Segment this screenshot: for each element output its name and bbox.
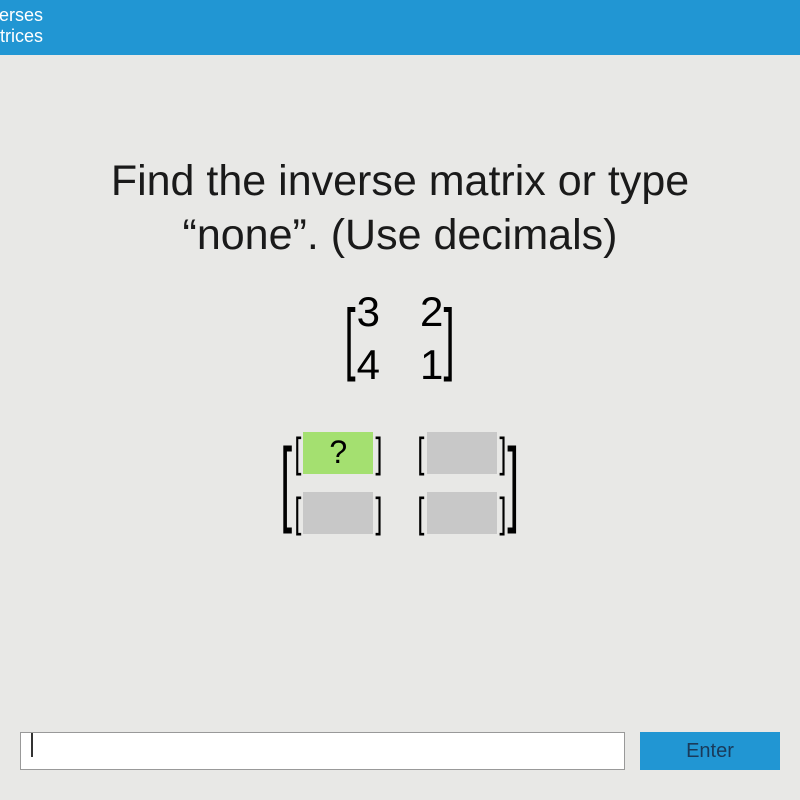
- mini-bracket-right-icon: ]: [376, 489, 383, 537]
- answer-grid: [ ? ] [ ] [ ] [ ]: [292, 429, 509, 537]
- question-line2: “none”. (Use decimals): [40, 209, 760, 263]
- text-cursor: [31, 733, 33, 757]
- matrix-cell-r2c1: 4: [357, 341, 380, 389]
- answer-cell-r2c1[interactable]: [ ]: [292, 489, 385, 537]
- answer-cell-r1c2[interactable]: [ ]: [415, 429, 508, 477]
- matrix-cell-r1c2: 2: [420, 288, 443, 336]
- mini-bracket-left-icon: [: [417, 429, 424, 477]
- answer-cell-r2c2[interactable]: [ ]: [415, 489, 508, 537]
- mini-bracket-left-icon: [: [417, 489, 424, 537]
- mini-bracket-right-icon: ]: [376, 429, 383, 477]
- mini-bracket-right-icon: ]: [499, 489, 506, 537]
- answer-input[interactable]: [303, 492, 373, 534]
- bracket-left-icon: [: [345, 306, 356, 370]
- mini-bracket-left-icon: [: [294, 429, 301, 477]
- answer-bracket-left-icon: [: [281, 447, 293, 518]
- matrix-cell-r2c2: 1: [420, 341, 443, 389]
- answer-input-active[interactable]: ?: [303, 432, 373, 474]
- matrix-cell-r1c1: 3: [357, 288, 380, 336]
- answer-bracket-right-icon: ]: [508, 447, 520, 518]
- question-text: Find the inverse matrix or type “none”. …: [40, 155, 760, 263]
- answer-cell-r1c1[interactable]: [ ? ]: [292, 429, 385, 477]
- bottom-bar: Enter: [0, 732, 800, 770]
- answer-text-input[interactable]: [20, 732, 625, 770]
- enter-button[interactable]: Enter: [640, 732, 780, 770]
- mini-bracket-right-icon: ]: [499, 429, 506, 477]
- answer-input[interactable]: [427, 492, 497, 534]
- header-bar: verses atrices: [0, 0, 800, 55]
- matrix-grid: 3 2 4 1: [357, 288, 444, 389]
- answer-input[interactable]: [427, 432, 497, 474]
- question-line1: Find the inverse matrix or type: [40, 155, 760, 209]
- content-area: Find the inverse matrix or type “none”. …: [0, 55, 800, 577]
- given-matrix: [ 3 2 4 1 ]: [339, 288, 460, 389]
- header-title-line2: atrices: [0, 26, 800, 47]
- bracket-right-icon: ]: [444, 306, 455, 370]
- mini-bracket-left-icon: [: [294, 489, 301, 537]
- answer-matrix: [ [ ? ] [ ] [ ] [ ] ]: [273, 429, 527, 537]
- header-title-line1: verses: [0, 5, 800, 26]
